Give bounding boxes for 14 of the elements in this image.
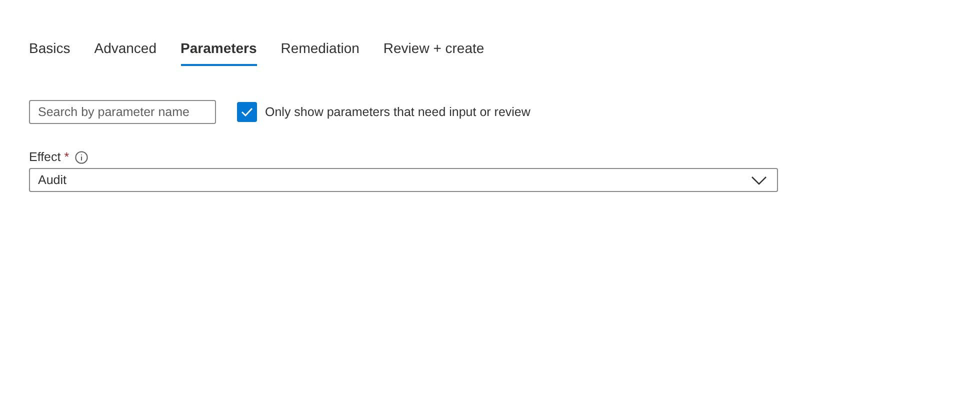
checkbox[interactable] <box>237 102 257 122</box>
checkbox-label: Only show parameters that need input or review <box>265 105 530 119</box>
tab[interactable]: Parameters <box>180 38 257 66</box>
tab[interactable]: Review + create <box>383 38 484 66</box>
checkmark-icon <box>241 107 253 117</box>
tab[interactable]: Advanced <box>94 38 157 66</box>
field-label: Effect * <box>29 150 70 164</box>
effect-dropdown[interactable]: Audit <box>29 168 778 192</box>
tab[interactable]: Remediation <box>280 38 360 66</box>
search-field[interactable]: Search by parameter name <box>29 100 216 124</box>
info-icon[interactable] <box>75 150 88 164</box>
tab[interactable]: Basics <box>29 38 70 66</box>
filter-checkbox[interactable]: Only show parameters that need input or review <box>237 102 530 122</box>
chevron-down-icon <box>751 176 767 184</box>
